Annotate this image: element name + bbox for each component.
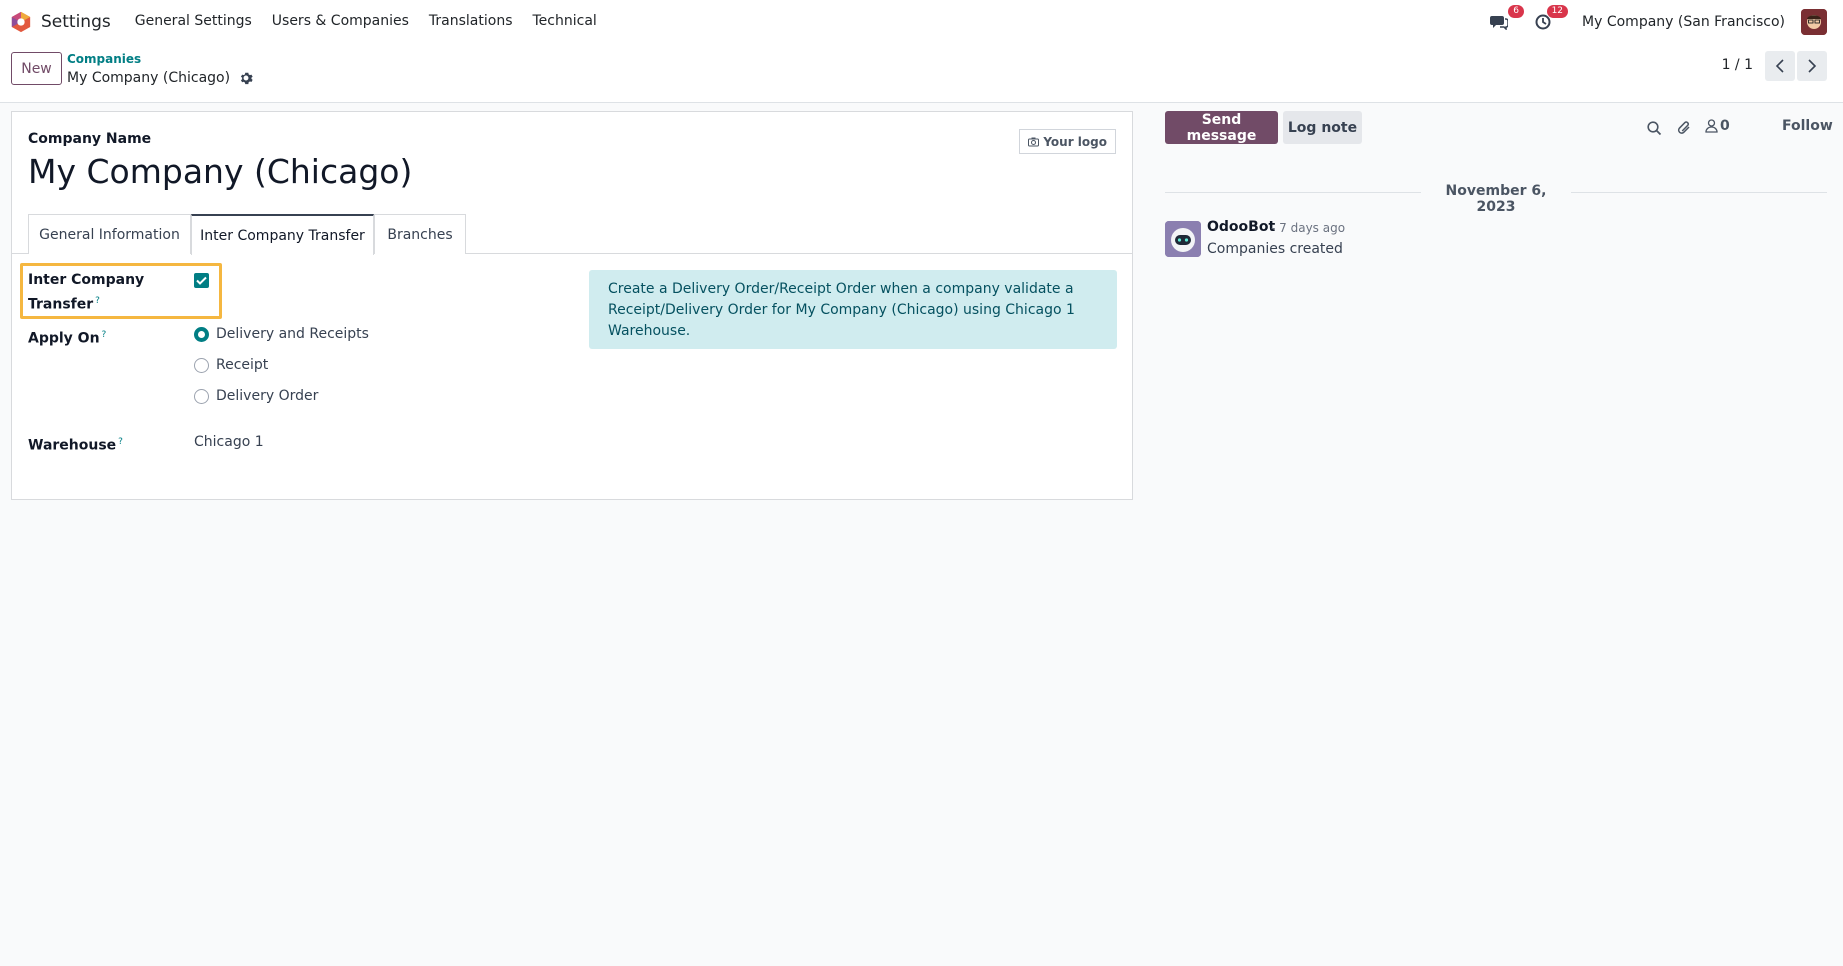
- top-navbar: Settings General Settings Users & Compan…: [0, 0, 1843, 43]
- brand: Settings: [0, 11, 125, 33]
- message-body: Companies created: [1207, 241, 1343, 257]
- menu-users-companies[interactable]: Users & Companies: [262, 0, 419, 43]
- help-tooltip-icon[interactable]: ?: [118, 437, 123, 447]
- help-tooltip-icon[interactable]: ?: [95, 296, 100, 306]
- chat-icon: [1490, 15, 1509, 30]
- separator-line: [1165, 192, 1421, 193]
- follow-button[interactable]: Follow: [1782, 118, 1833, 134]
- search-icon: [1646, 120, 1661, 135]
- send-message-button[interactable]: Send message: [1165, 111, 1278, 144]
- inter-company-transfer-checkbox[interactable]: [194, 273, 209, 288]
- camera-icon: [1028, 137, 1040, 146]
- odoobot-avatar[interactable]: [1165, 221, 1201, 257]
- warehouse-field[interactable]: Chicago 1: [194, 434, 264, 450]
- followers-button[interactable]: 0: [1705, 118, 1730, 134]
- radio-label-delivery-order[interactable]: Delivery Order: [216, 388, 318, 404]
- messages-badge: 6: [1508, 4, 1525, 18]
- robot-icon: [1165, 221, 1201, 257]
- tab-inter-company-transfer[interactable]: Inter Company Transfer: [191, 214, 374, 255]
- pager-previous-button[interactable]: [1765, 51, 1795, 81]
- search-messages-button[interactable]: [1645, 119, 1663, 137]
- activity-menu[interactable]: 12: [1532, 4, 1569, 33]
- menu-technical[interactable]: Technical: [523, 0, 607, 43]
- form-tabs: General Information Inter Company Transf…: [12, 214, 1132, 255]
- date-separator: November 6, 2023: [1165, 183, 1827, 215]
- chevron-right-icon: [1808, 59, 1817, 73]
- separator-line: [1571, 192, 1827, 193]
- chevron-left-icon: [1775, 59, 1784, 73]
- followers-count: 0: [1720, 118, 1730, 134]
- apply-on-label: Apply On?: [28, 330, 107, 347]
- navbar-systray: 6 12 My Company (San Francisco): [1488, 0, 1843, 43]
- user-avatar[interactable]: [1801, 8, 1827, 35]
- company-name-field[interactable]: My Company (Chicago): [28, 152, 412, 191]
- help-tooltip-icon[interactable]: ?: [102, 330, 107, 340]
- odoo-logo-icon[interactable]: [10, 11, 32, 33]
- gear-icon[interactable]: [239, 71, 253, 85]
- company-form-sheet: Company Name My Company (Chicago) Your l…: [11, 111, 1133, 500]
- checkmark-icon: [196, 276, 207, 285]
- control-panel: New Companies My Company (Chicago) 1 / 1: [0, 43, 1843, 103]
- menu-general-settings[interactable]: General Settings: [125, 0, 262, 43]
- menu-translations[interactable]: Translations: [419, 0, 523, 43]
- logo-upload-button[interactable]: Your logo: [1019, 129, 1116, 154]
- attachments-button[interactable]: [1675, 119, 1693, 137]
- info-alert: Create a Delivery Order/Receipt Order wh…: [589, 270, 1117, 349]
- breadcrumb-current: My Company (Chicago): [67, 70, 253, 86]
- message-author[interactable]: OdooBot: [1207, 219, 1275, 235]
- new-button[interactable]: New: [11, 52, 62, 85]
- tab-branches[interactable]: Branches: [374, 214, 466, 254]
- activities-badge: 12: [1546, 4, 1569, 18]
- inter-company-transfer-label: Inter Company Transfer?: [28, 272, 145, 313]
- warehouse-label: Warehouse?: [28, 437, 123, 454]
- date-label: November 6, 2023: [1445, 183, 1547, 215]
- radio-label-delivery-and-receipts[interactable]: Delivery and Receipts: [216, 326, 369, 342]
- app-name[interactable]: Settings: [41, 12, 111, 32]
- message-time: - 7 days ago: [1271, 221, 1346, 235]
- messaging-menu[interactable]: 6: [1488, 4, 1525, 33]
- logo-upload-label: Your logo: [1043, 134, 1107, 149]
- paperclip-icon: [1677, 121, 1690, 134]
- pager-value[interactable]: 1 / 1: [1722, 57, 1753, 73]
- company-name-label: Company Name: [28, 131, 152, 147]
- radio-receipt[interactable]: [194, 358, 209, 373]
- radio-label-receipt[interactable]: Receipt: [216, 357, 268, 373]
- user-avatar-image: [1801, 8, 1827, 35]
- breadcrumb-companies[interactable]: Companies: [67, 52, 141, 66]
- breadcrumb-current-label: My Company (Chicago): [67, 70, 231, 86]
- user-icon: [1705, 119, 1718, 133]
- radio-delivery-order[interactable]: [194, 389, 209, 404]
- tab-general-information[interactable]: General Information: [28, 214, 191, 254]
- pager-next-button[interactable]: [1797, 51, 1827, 81]
- log-note-button[interactable]: Log note: [1283, 111, 1362, 144]
- company-switcher[interactable]: My Company (San Francisco): [1582, 14, 1785, 30]
- radio-delivery-and-receipts[interactable]: [194, 327, 209, 342]
